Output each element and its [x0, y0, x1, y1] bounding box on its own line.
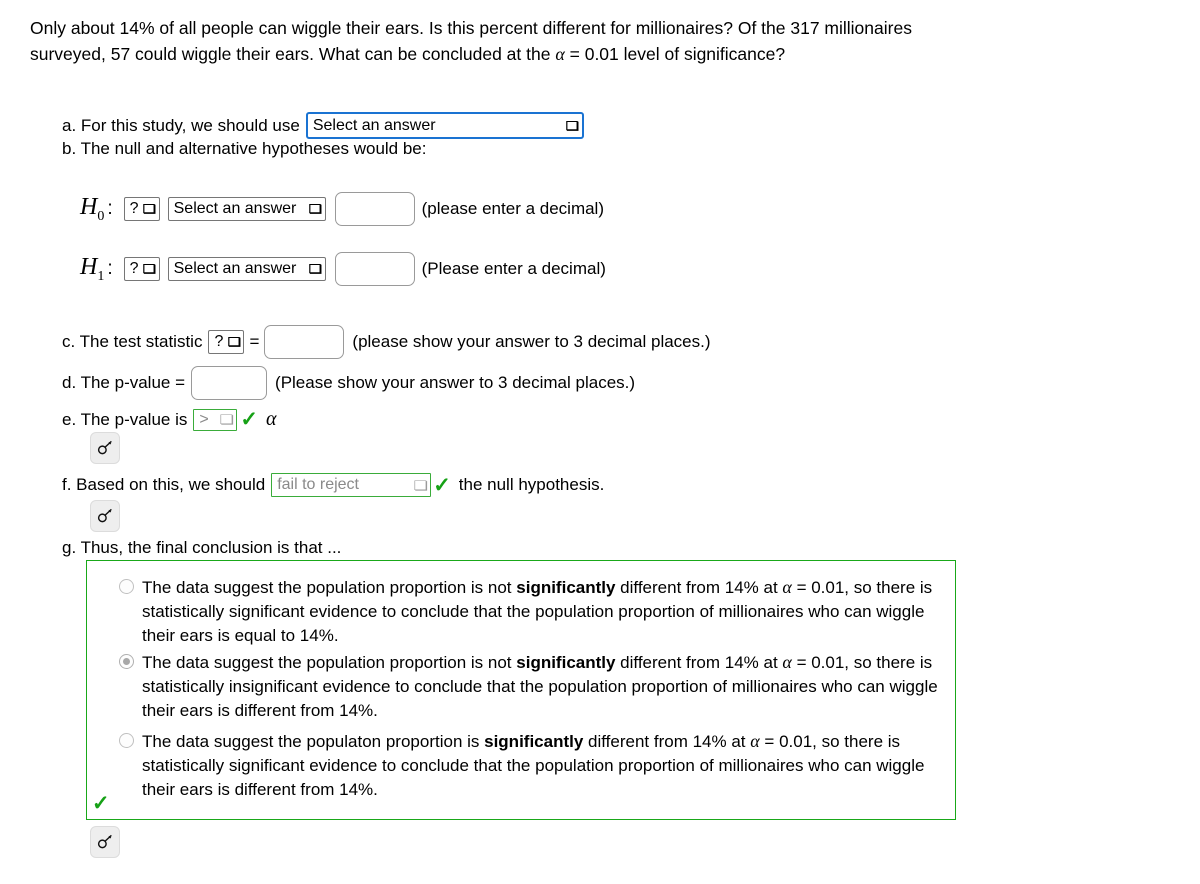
alpha-symbol: α [750, 731, 760, 751]
h0-colon: : [107, 198, 113, 219]
conclusion-option-1[interactable]: The data suggest the population proporti… [119, 575, 952, 648]
part-c-hint: (please show your answer to 3 decimal pl… [352, 332, 711, 351]
decision-select-value: fail to reject [277, 476, 359, 493]
part-f-row: f. Based on this, we should fail to reje… [62, 473, 604, 497]
h0-symbol: H0 [80, 193, 105, 224]
h0-value-input[interactable] [334, 192, 415, 226]
part-g-row: g. Thus, the final conclusion is that ..… [62, 538, 341, 558]
part-d-row: d. The p-value = (Please show your answe… [62, 366, 635, 400]
radio-icon[interactable] [119, 733, 134, 748]
h1-parameter-select-value: ? [129, 260, 139, 277]
radio-icon[interactable] [119, 654, 134, 669]
part-f-label-before: f. Based on this, we should [62, 475, 266, 494]
chevron-down-icon: ❏ [308, 202, 322, 216]
p-value-comparison-select[interactable]: > ❏ [193, 408, 238, 431]
part-c-row: c. The test statistic ? ❏ = (please show… [62, 325, 711, 359]
p-value-input[interactable] [191, 366, 268, 400]
alpha-symbol: α [782, 577, 792, 597]
conclusion-option-2-text: The data suggest the population proporti… [142, 652, 938, 720]
chevron-down-icon: ❏ [565, 118, 580, 133]
part-d-hint: (Please show your answer to 3 decimal pl… [275, 373, 636, 392]
conclusion-option-2[interactable]: The data suggest the population proporti… [119, 650, 952, 723]
p-value-comparison-value: > [199, 410, 209, 428]
conclusion-option-3-text: The data suggest the populaton proportio… [142, 731, 925, 799]
conclusion-option-1-text: The data suggest the population proporti… [142, 577, 933, 645]
test-statistic-equals: = [249, 332, 260, 351]
key-icon [97, 508, 112, 523]
radio-icon[interactable] [119, 579, 134, 594]
part-e-answer-key-button[interactable] [90, 432, 120, 464]
part-e-label: e. The p-value is [62, 409, 188, 429]
h1-value-input[interactable] [334, 252, 415, 286]
test-statistic-input[interactable] [264, 325, 345, 359]
chevron-down-icon: ❏ [413, 477, 428, 493]
decision-select[interactable]: fail to reject ❏ [271, 473, 432, 497]
conclusion-options-box: The data suggest the population proporti… [86, 560, 956, 820]
h1-symbol: H1 [80, 253, 105, 284]
part-a-label: a. For this study, we should use [62, 115, 300, 135]
part-a-row: a. For this study, we should use Select … [62, 112, 584, 139]
part-d-label: d. The p-value = [62, 373, 186, 392]
chevron-down-icon: ❏ [142, 202, 156, 216]
h0-relation-select-value: Select an answer [173, 200, 297, 217]
part-g-answer-key-button[interactable] [90, 826, 120, 858]
h1-parameter-select[interactable]: ? ❏ [123, 257, 160, 281]
part-g-label: g. Thus, the final conclusion is that ..… [62, 538, 342, 557]
part-b-label: b. The null and alternative hypotheses w… [62, 139, 427, 158]
chevron-down-icon: ❏ [227, 335, 241, 349]
chevron-down-icon: ❏ [219, 412, 234, 427]
chevron-down-icon: ❏ [142, 262, 156, 276]
alpha-symbol: α [782, 652, 792, 672]
problem-statement: Only about 14% of all people can wiggle … [30, 16, 930, 68]
chevron-down-icon: ❏ [308, 262, 322, 276]
key-icon [97, 834, 112, 849]
study-type-select[interactable]: Select an answer ❏ [305, 112, 584, 139]
part-g-check-icon: ✓ [92, 792, 110, 815]
h0-hint: (please enter a decimal) [421, 199, 604, 218]
h0-parameter-select-value: ? [129, 200, 139, 217]
key-icon [97, 440, 112, 455]
h0-row: H0 : ? ❏ Select an answer ❏ (please ente… [80, 192, 604, 226]
part-f-check-icon: ✓ [433, 473, 451, 497]
h1-colon: : [107, 258, 113, 279]
h1-relation-select-value: Select an answer [173, 260, 297, 277]
part-e-check-icon: ✓ [240, 408, 258, 431]
part-f-answer-key-button[interactable] [90, 500, 120, 532]
part-f-label-after: the null hypothesis. [458, 475, 605, 494]
part-e-row: e. The p-value is > ❏ ✓ α [62, 408, 276, 431]
test-statistic-select[interactable]: ? ❏ [208, 330, 245, 354]
h1-row: H1 : ? ❏ Select an answer ❏ (Please ente… [80, 252, 606, 286]
alpha-symbol: α [555, 44, 565, 65]
h1-hint: (Please enter a decimal) [421, 259, 606, 278]
part-c-label: c. The test statistic [62, 332, 203, 351]
part-e-alpha-symbol: α [265, 408, 277, 430]
h0-parameter-select[interactable]: ? ❏ [123, 197, 160, 221]
question-page: Only about 14% of all people can wiggle … [0, 0, 1200, 884]
h0-relation-select[interactable]: Select an answer ❏ [167, 197, 326, 221]
h1-relation-select[interactable]: Select an answer ❏ [167, 257, 326, 281]
test-statistic-select-value: ? [214, 333, 224, 350]
study-type-select-value: Select an answer [312, 116, 436, 134]
problem-text-second: = 0.01 level of significance? [564, 44, 786, 65]
part-b-row: b. The null and alternative hypotheses w… [62, 139, 427, 159]
conclusion-option-3[interactable]: The data suggest the populaton proportio… [119, 729, 952, 802]
